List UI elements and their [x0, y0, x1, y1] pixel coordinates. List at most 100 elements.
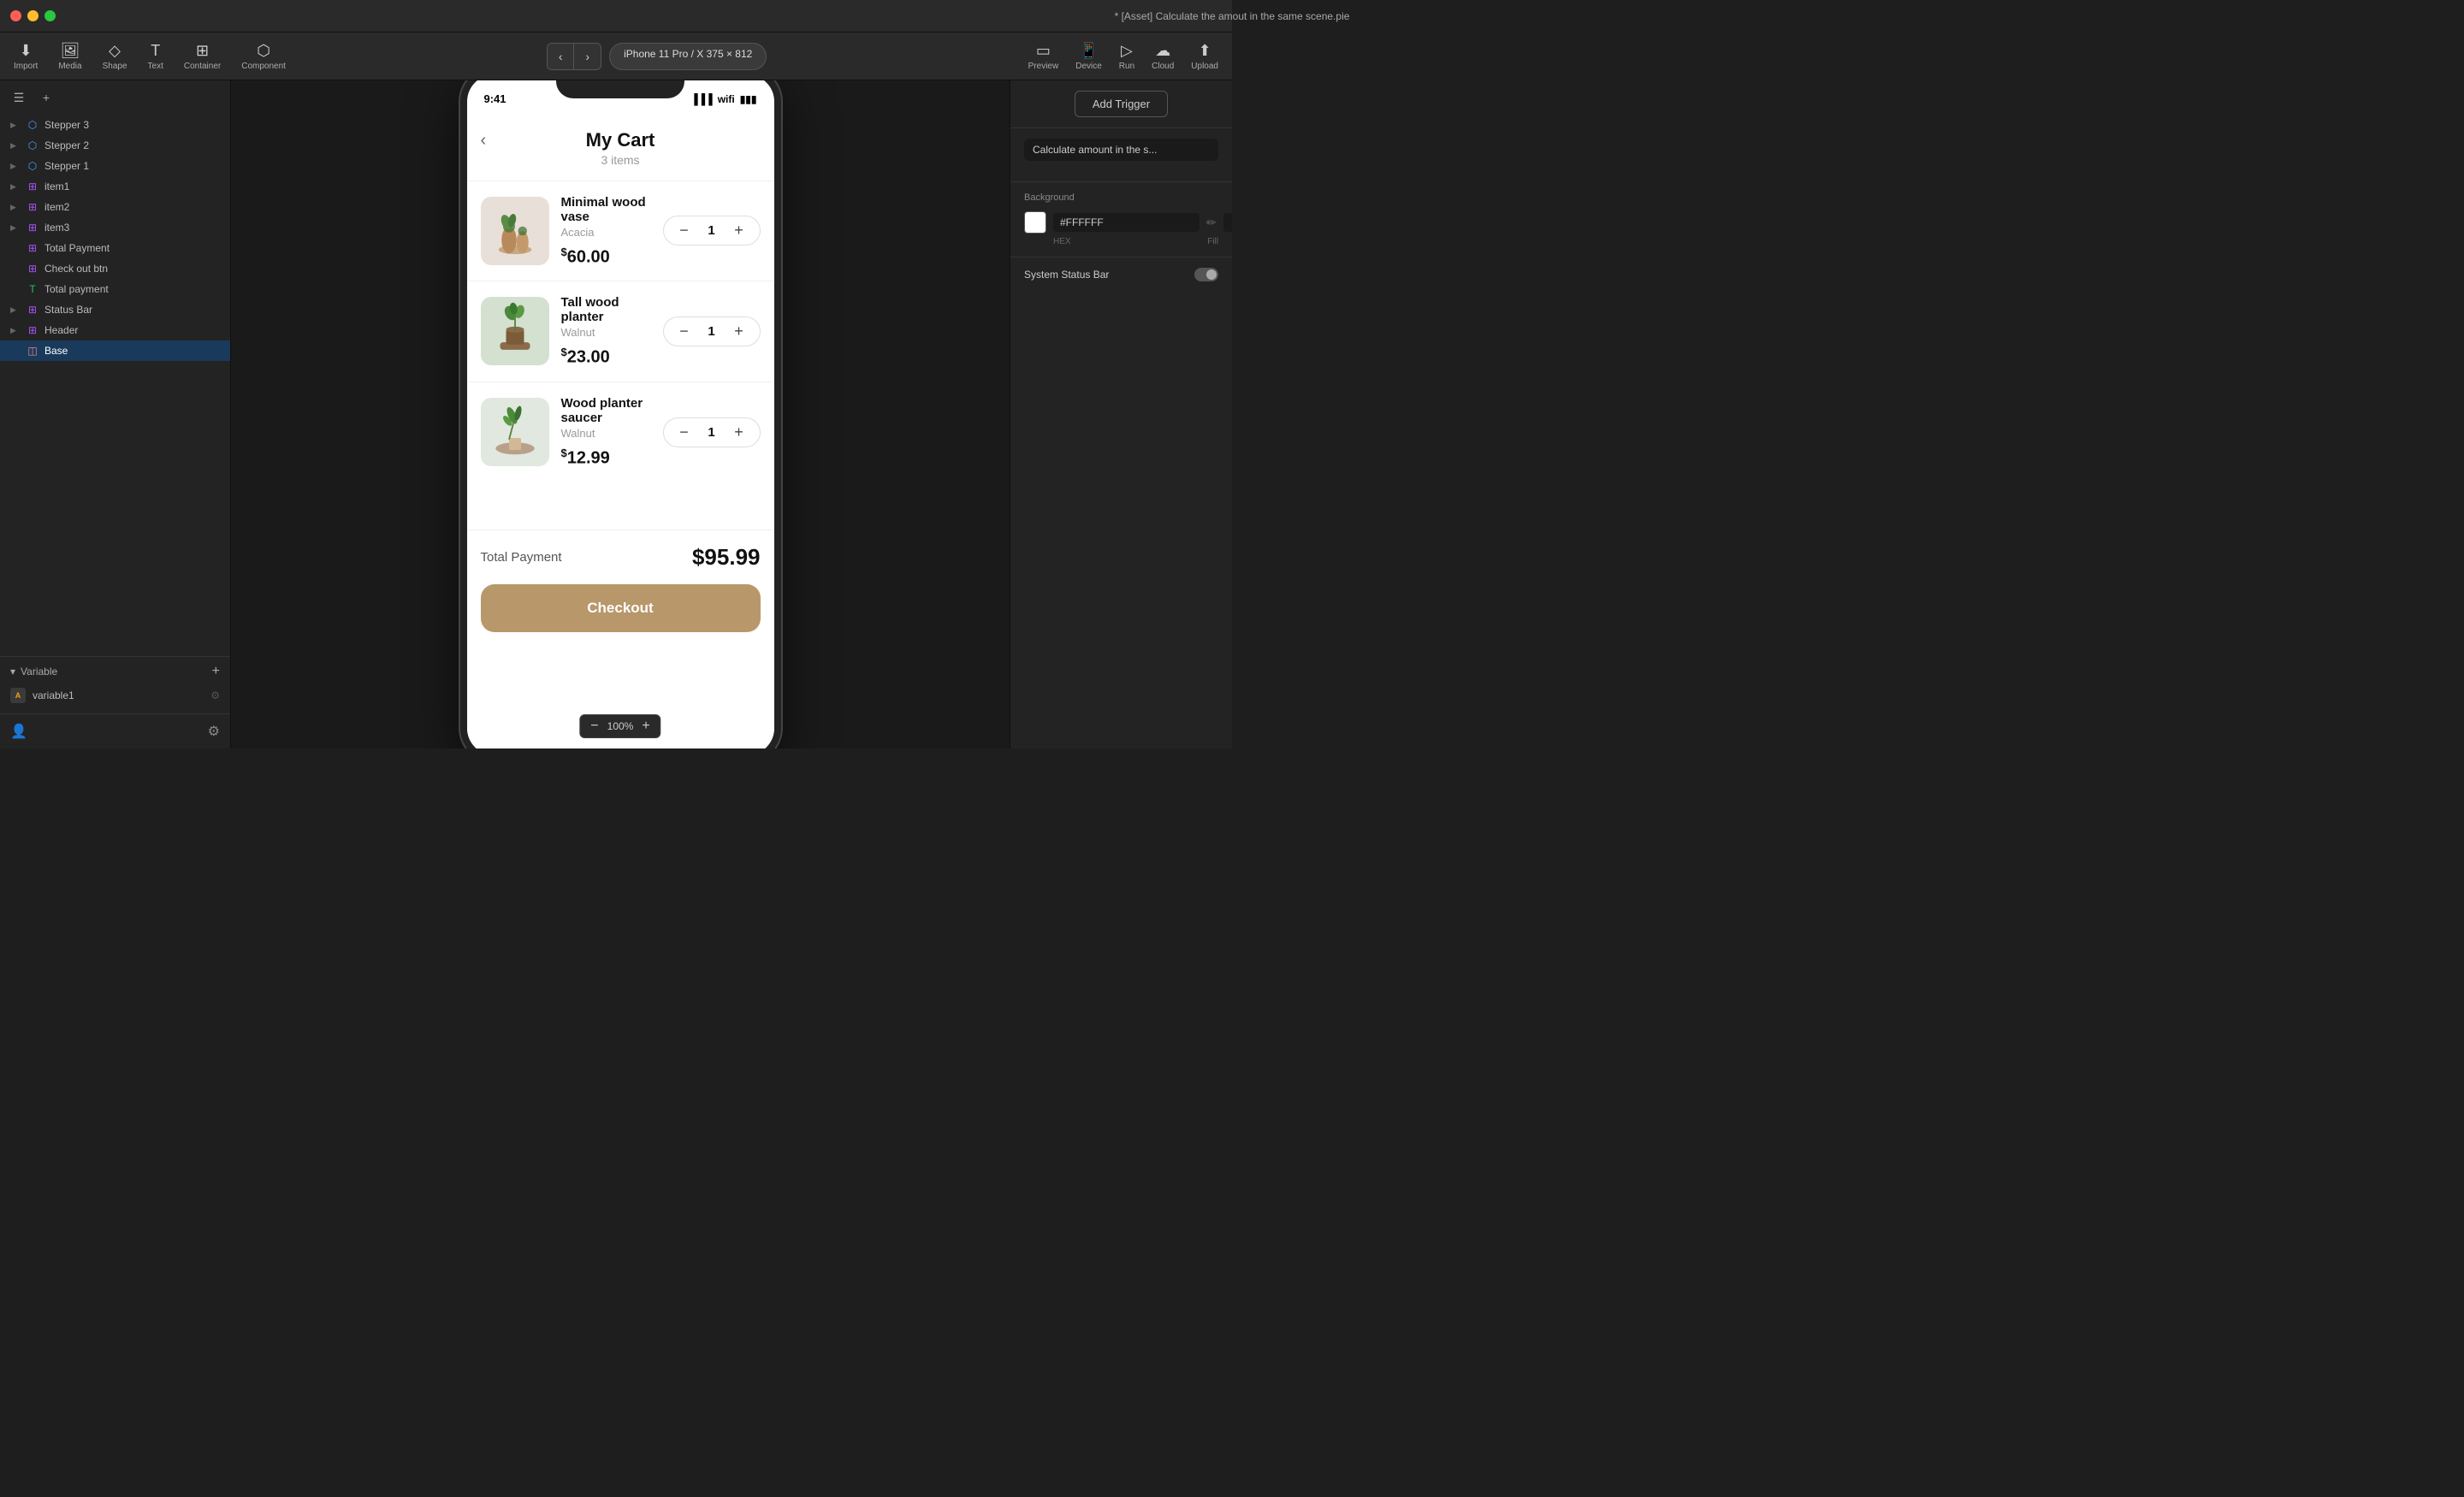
- zoom-out-button[interactable]: −: [589, 719, 600, 734]
- stepper-2: − 1 +: [663, 317, 761, 346]
- chevron-icon: ▶: [10, 141, 21, 151]
- run-button[interactable]: ▷ Run: [1119, 42, 1134, 71]
- preview-button[interactable]: ▭ Preview: [1028, 42, 1059, 71]
- edit-color-icon[interactable]: ✏: [1206, 216, 1217, 230]
- chevron-icon: ▶: [10, 223, 21, 233]
- asset-name: Calculate amount in the s...: [1024, 139, 1218, 161]
- stepper-2-minus[interactable]: −: [676, 322, 693, 340]
- add-trigger-button[interactable]: Add Trigger: [1075, 91, 1168, 117]
- cloud-button[interactable]: ☁ Cloud: [1152, 42, 1174, 71]
- media-button[interactable]: 🖼 Media: [58, 42, 81, 71]
- layer-status-bar[interactable]: ▶ ⊞ Status Bar: [0, 299, 230, 320]
- close-button[interactable]: [10, 10, 21, 21]
- grid-type-icon: ⊞: [26, 304, 39, 316]
- import-button[interactable]: ⬇ Import: [14, 42, 38, 71]
- stepper-1-minus[interactable]: −: [676, 222, 693, 240]
- maximize-button[interactable]: [44, 10, 56, 21]
- variable-settings-icon[interactable]: ⚙: [210, 689, 220, 701]
- layer-stepper3[interactable]: ▶ ⬡ Stepper 3: [0, 115, 230, 135]
- stepper-3-plus[interactable]: +: [731, 423, 748, 441]
- cart-item-2-price: $23.00: [561, 346, 651, 368]
- right-panel: Add Trigger Calculate amount in the s...…: [1010, 80, 1232, 748]
- run-icon: ▷: [1121, 42, 1133, 60]
- layer-base[interactable]: ◫ Base: [0, 340, 230, 361]
- variable-icon: A: [10, 688, 26, 703]
- phone-notch: [556, 80, 684, 98]
- sidebar-toggle-button[interactable]: ☰: [9, 87, 29, 108]
- cart-item-2: Tall wood planter Walnut $23.00 − 1 +: [467, 281, 774, 382]
- add-variable-button[interactable]: +: [212, 664, 220, 679]
- layer-checkout-btn[interactable]: ⊞ Check out btn: [0, 258, 230, 279]
- device-button[interactable]: 📱 Device: [1075, 42, 1102, 71]
- chevron-icon: ▶: [10, 162, 21, 171]
- cart-title: My Cart: [481, 129, 761, 151]
- total-row: Total Payment $95.99: [481, 544, 761, 571]
- bg-color-swatch[interactable]: [1024, 211, 1046, 234]
- layer-stepper2[interactable]: ▶ ⬡ Stepper 2: [0, 135, 230, 156]
- layer-stepper1[interactable]: ▶ ⬡ Stepper 1: [0, 156, 230, 176]
- toolbar-center: ‹ › iPhone 11 Pro / X 375 × 812: [306, 43, 1008, 70]
- shape-button[interactable]: ◇ Shape: [103, 42, 127, 71]
- cart-item-2-image: [481, 297, 549, 365]
- variable-item[interactable]: A variable1 ⚙: [10, 684, 220, 707]
- grid-type-icon: ⊞: [26, 324, 39, 336]
- total-payment-label: Total Payment: [481, 550, 562, 565]
- stepper-3-minus[interactable]: −: [676, 423, 693, 441]
- minimize-button[interactable]: [27, 10, 38, 21]
- shape-icon: ◇: [109, 42, 121, 60]
- container-icon: ⊞: [196, 42, 209, 60]
- window-title: * [Asset] Calculate the amout in the sam…: [1115, 10, 1350, 22]
- cloud-icon: ☁: [1155, 42, 1170, 60]
- layer-item1[interactable]: ▶ ⊞ item1: [0, 176, 230, 197]
- cart-item-2-info: Tall wood planter Walnut $23.00: [561, 295, 651, 368]
- grid-type-icon: ⊞: [26, 242, 39, 254]
- bg-hex-input[interactable]: [1053, 213, 1199, 232]
- cart-back-button[interactable]: ‹: [481, 131, 487, 151]
- cart-item-2-variant: Walnut: [561, 326, 651, 339]
- layer-header[interactable]: ▶ ⊞ Header: [0, 320, 230, 340]
- cart-header: ‹ My Cart 3 items: [467, 112, 774, 180]
- text-icon: T: [151, 42, 160, 60]
- stepper-1-plus[interactable]: +: [731, 222, 748, 240]
- grid-type-icon: ⊞: [26, 222, 39, 234]
- bg-opacity-input[interactable]: [1223, 213, 1232, 232]
- container-button[interactable]: ⊞ Container: [184, 42, 221, 71]
- nav-forward-button[interactable]: ›: [574, 43, 601, 70]
- nav-back-button[interactable]: ‹: [547, 43, 574, 70]
- zoom-bar: − 100% +: [579, 714, 660, 738]
- cart-item-3-info: Wood planter saucer Walnut $12.99: [561, 396, 651, 469]
- canvas-area[interactable]: 9:41 ▐▐▐ wifi ▮▮▮ ‹ My Cart 3 items: [231, 80, 1010, 748]
- layer-total-payment[interactable]: ⊞ Total Payment: [0, 238, 230, 258]
- chevron-icon: ▶: [10, 326, 21, 335]
- cart-item-1-variant: Acacia: [561, 226, 651, 239]
- component-button[interactable]: ⬡ Component: [241, 42, 286, 71]
- cart-item-3-name: Wood planter saucer: [561, 396, 651, 425]
- device-selector[interactable]: iPhone 11 Pro / X 375 × 812: [609, 43, 767, 70]
- layer-list: ▶ ⬡ Stepper 3 ▶ ⬡ Stepper 2 ▶ ⬡ Stepper …: [0, 115, 230, 656]
- variable-header: ▾ Variable +: [10, 664, 220, 679]
- user-icon[interactable]: 👤: [10, 723, 27, 740]
- ssbar-row: System Status Bar: [1024, 268, 1218, 281]
- layer-item2[interactable]: ▶ ⊞ item2: [0, 197, 230, 217]
- stepper-2-plus[interactable]: +: [731, 322, 748, 340]
- upload-button[interactable]: ⬆ Upload: [1191, 42, 1218, 71]
- settings-icon[interactable]: ⚙: [208, 723, 220, 740]
- sidebar-action-button[interactable]: +: [36, 87, 56, 108]
- layer-item3[interactable]: ▶ ⊞ item3: [0, 217, 230, 238]
- layer-total-payment-text[interactable]: T Total payment: [0, 279, 230, 299]
- status-time: 9:41: [484, 92, 506, 105]
- sidebar-tools: ☰ +: [0, 80, 230, 115]
- background-label: Background: [1024, 192, 1218, 203]
- checkout-button[interactable]: Checkout: [481, 584, 761, 632]
- nav-arrows: ‹ ›: [547, 43, 601, 70]
- text-button[interactable]: T Text: [148, 42, 163, 71]
- zoom-in-button[interactable]: +: [640, 719, 651, 734]
- ssbar-label: System Status Bar: [1024, 269, 1109, 281]
- device-icon: 📱: [1079, 42, 1098, 60]
- grid-type-icon: ⊞: [26, 263, 39, 275]
- ssbar-toggle[interactable]: [1194, 268, 1218, 281]
- stepper-1: − 1 +: [663, 216, 761, 246]
- chevron-icon: ▶: [10, 203, 21, 212]
- traffic-lights: [10, 10, 56, 21]
- cart-footer: Total Payment $95.99 Checkout: [467, 530, 774, 646]
